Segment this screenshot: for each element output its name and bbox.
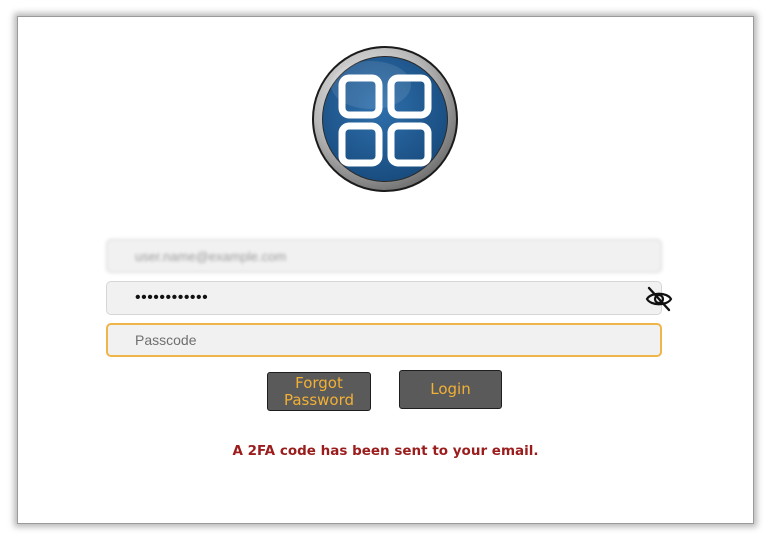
password-field[interactable]	[106, 281, 662, 315]
grid-logo-icon	[312, 46, 458, 192]
login-panel: Forgot Password Login A 2FA code has bee…	[17, 16, 754, 524]
eye-slash-icon[interactable]	[645, 286, 673, 312]
login-button[interactable]: Login	[399, 370, 502, 409]
passcode-field[interactable]	[106, 323, 662, 357]
email-field[interactable]	[106, 239, 662, 273]
forgot-password-button[interactable]: Forgot Password	[267, 372, 371, 411]
status-message: A 2FA code has been sent to your email.	[232, 443, 539, 459]
